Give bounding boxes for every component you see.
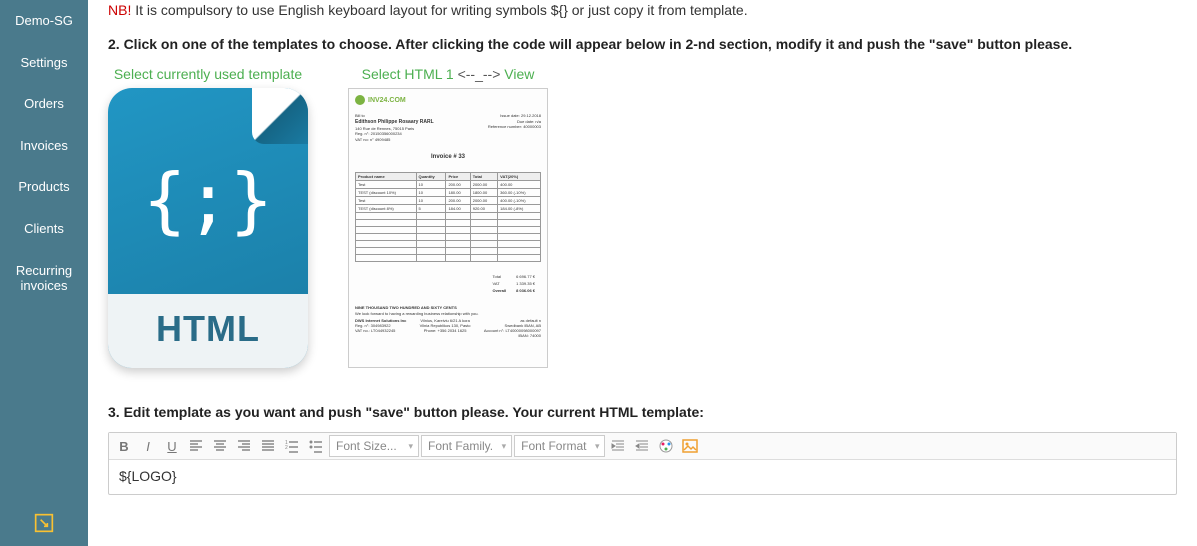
font-family-select[interactable]: Font Family. xyxy=(421,435,512,457)
collapse-icon xyxy=(34,513,54,533)
indent-button[interactable] xyxy=(607,435,629,457)
template-html1-arrow: <--_--> xyxy=(458,66,501,82)
editor-textarea[interactable]: ${LOGO} xyxy=(109,460,1176,494)
indent-icon xyxy=(611,439,625,453)
sidebar-item-orders[interactable]: Orders xyxy=(0,83,88,125)
template-current-label: Select currently used template xyxy=(114,66,302,82)
sidebar-item-products[interactable]: Products xyxy=(0,166,88,208)
inv-b3: IBAN: 74000 xyxy=(484,333,541,338)
template-row: Select currently used template {;} HTML … xyxy=(108,66,1177,368)
step2-title: 2. Click on one of the templates to choo… xyxy=(108,36,1177,52)
template-current-col: Select currently used template {;} HTML xyxy=(108,66,308,368)
inv-cphone: Phone: +356 2034 1625 xyxy=(420,328,471,333)
table-row xyxy=(356,213,541,220)
sidebar-item-invoices[interactable]: Invoices xyxy=(0,125,88,167)
underline-button[interactable]: U xyxy=(161,435,183,457)
table-row xyxy=(356,220,541,227)
align-center-icon xyxy=(213,439,227,453)
invoice-title: Invoice # 33 xyxy=(355,154,541,160)
sidebar-collapse-button[interactable] xyxy=(0,503,88,546)
align-justify-button[interactable] xyxy=(257,435,279,457)
font-size-select[interactable]: Font Size... xyxy=(329,435,419,457)
sidebar-item-recurring[interactable]: Recurring invoices xyxy=(0,250,88,307)
invoice-footer: NINE THOUSAND TWO HUNDRED AND SIXTY CENT… xyxy=(355,305,541,338)
invoice-logo: INV24.COM xyxy=(355,95,541,105)
inv-ref: Reference number: 40000003 xyxy=(488,124,541,130)
col-qty: Quantity xyxy=(416,173,446,181)
table-row: Test10200.002000.00400.00 (-10%) xyxy=(356,197,541,205)
unordered-list-button[interactable] xyxy=(305,435,327,457)
col-total: Total xyxy=(470,173,497,181)
table-row xyxy=(356,255,541,262)
col-price: Price xyxy=(446,173,470,181)
main-content: NB! It is compulsory to use English keyb… xyxy=(88,0,1197,546)
outdent-icon xyxy=(635,439,649,453)
sidebar-item-demo[interactable]: Demo-SG xyxy=(0,0,88,42)
align-left-button[interactable] xyxy=(185,435,207,457)
table-row xyxy=(356,227,541,234)
inv-customer: Edithson Philippe Rosaary RARL xyxy=(355,119,434,125)
nb-warning: NB! It is compulsory to use English keyb… xyxy=(108,2,1177,18)
text-color-button[interactable] xyxy=(655,435,677,457)
nb-prefix: NB! xyxy=(108,2,131,18)
image-button[interactable] xyxy=(679,435,701,457)
invoice-table: Product nameQuantityPriceTotalVAT(20%) T… xyxy=(355,172,541,262)
outdent-button[interactable] xyxy=(631,435,653,457)
align-right-button[interactable] xyxy=(233,435,255,457)
align-justify-icon xyxy=(261,439,275,453)
table-row: Test10200.002000.00400.00 xyxy=(356,181,541,189)
bold-button[interactable]: B xyxy=(113,435,135,457)
image-icon xyxy=(682,438,698,454)
editor-toolbar: B I U 12 Font Size... Font Family. Font … xyxy=(109,433,1176,460)
ordered-list-button[interactable]: 12 xyxy=(281,435,303,457)
inv-words: NINE THOUSAND TWO HUNDRED AND SIXTY CENT… xyxy=(355,305,457,310)
align-right-icon xyxy=(237,439,251,453)
step3-title: 3. Edit template as you want and push "s… xyxy=(108,404,1177,420)
inv-note: We look forward to having a rewarding bu… xyxy=(355,311,541,316)
editor: B I U 12 Font Size... Font Family. Font … xyxy=(108,432,1177,495)
italic-button[interactable]: I xyxy=(137,435,159,457)
nb-text: It is compulsory to use English keyboard… xyxy=(131,2,747,18)
template-html1-thumb[interactable]: INV24.COM Bill to Edithson Philippe Rosa… xyxy=(348,88,548,368)
braces-icon: {;} xyxy=(108,158,308,242)
template-html1-label: Select HTML 1 <--_--> View xyxy=(362,66,535,82)
inv-cvat: VAT no.: LT044932245 xyxy=(355,328,406,333)
col-vat: VAT(20%) xyxy=(498,173,541,181)
template-current-thumb[interactable]: {;} HTML xyxy=(108,88,308,368)
align-center-button[interactable] xyxy=(209,435,231,457)
template-html1-suffix: View xyxy=(500,66,534,82)
table-row: TEST (discount 8%)5184.00920.00184.00 (-… xyxy=(356,205,541,213)
col-name: Product name xyxy=(356,173,417,181)
template-html1-col: Select HTML 1 <--_--> View INV24.COM Bil… xyxy=(348,66,548,368)
table-row xyxy=(356,248,541,255)
template-html1-prefix: Select HTML 1 xyxy=(362,66,458,82)
align-left-icon xyxy=(189,439,203,453)
invoice-totals: Total6 696.77 € VAT1 339.35 € Overall8 0… xyxy=(355,272,541,295)
svg-text:2: 2 xyxy=(285,445,288,451)
sidebar-item-settings[interactable]: Settings xyxy=(0,42,88,84)
invoice-header: Bill to Edithson Philippe Rosaary RARL 1… xyxy=(355,113,541,142)
sidebar-item-clients[interactable]: Clients xyxy=(0,208,88,250)
font-format-select[interactable]: Font Format xyxy=(514,435,605,457)
invoice-logo-icon xyxy=(355,95,365,105)
ordered-list-icon: 12 xyxy=(285,439,299,453)
html-badge: HTML xyxy=(108,294,308,368)
palette-icon xyxy=(658,438,674,454)
table-row xyxy=(356,234,541,241)
table-row xyxy=(356,241,541,248)
sidebar: Demo-SG Settings Orders Invoices Product… xyxy=(0,0,88,546)
invoice-logo-text: INV24.COM xyxy=(368,97,406,104)
unordered-list-icon xyxy=(309,439,323,453)
inv-vat: VAT no: n° 4909485 xyxy=(355,137,434,143)
table-row: TEST (discount 10%)10180.001800.00360.00… xyxy=(356,189,541,197)
